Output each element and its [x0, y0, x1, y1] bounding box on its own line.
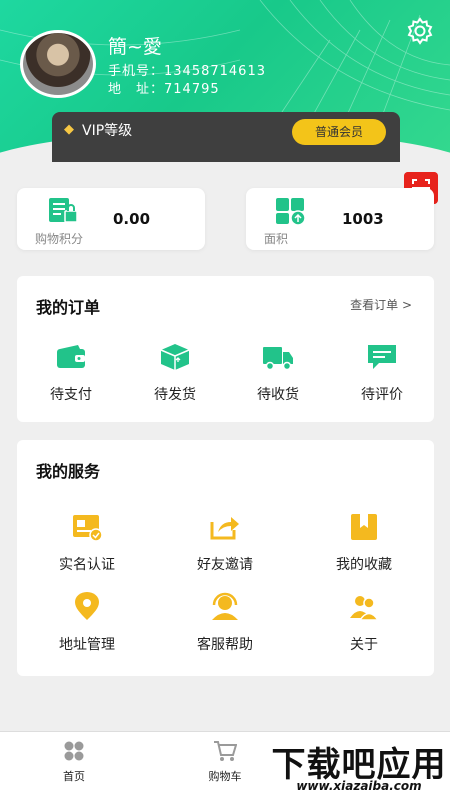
service-real-name-auth[interactable]: 实名认证 — [37, 512, 137, 574]
diamond-icon: ◆ — [64, 122, 74, 137]
orders-title: 我的订单 — [36, 298, 101, 317]
area-value: 1003 — [342, 210, 384, 228]
service-label: 我的收藏 — [336, 557, 392, 573]
bookmark-icon — [351, 514, 377, 540]
vip-bar: ◆ VIP等级 普通会员 — [52, 112, 400, 162]
order-pending-review[interactable]: 待评价 — [340, 342, 424, 404]
order-pending-payment[interactable]: 待支付 — [29, 342, 113, 404]
order-item-label: 待评价 — [361, 387, 403, 403]
vip-label: VIP等级 — [82, 123, 133, 139]
order-pending-shipment[interactable]: 待发货 — [133, 342, 217, 404]
service-label: 实名认证 — [59, 557, 115, 573]
id-card-icon — [73, 515, 103, 542]
wallet-icon — [57, 345, 85, 368]
service-label: 关于 — [350, 637, 378, 653]
service-favorites[interactable]: 我的收藏 — [314, 512, 414, 574]
points-value: 0.00 — [113, 210, 151, 228]
service-label: 好友邀请 — [197, 557, 253, 573]
points-label: 购物积分 — [35, 232, 84, 246]
home-icon — [64, 741, 84, 761]
tab-home[interactable]: 首页 — [34, 740, 114, 784]
user-name: 簡~愛 — [108, 36, 162, 58]
services-card: 我的服务 实名认证 好友邀请 我的收藏 地址管理 客服帮助 关于 — [17, 440, 434, 676]
watermark-main: 下载吧应用 — [271, 745, 447, 785]
points-card[interactable]: 购物积分 0.00 — [17, 188, 205, 250]
area-card[interactable]: 面积 1003 — [246, 188, 434, 250]
order-item-label: 待收货 — [257, 387, 299, 403]
cart-icon — [214, 741, 237, 761]
area-icon — [276, 198, 306, 226]
truck-icon — [263, 347, 293, 371]
gear-icon[interactable] — [405, 16, 435, 46]
service-address-management[interactable]: 地址管理 — [37, 592, 137, 654]
service-invite-friends[interactable]: 好友邀请 — [175, 512, 275, 574]
points-icon — [49, 198, 78, 223]
users-icon — [350, 596, 380, 621]
package-icon — [160, 344, 190, 370]
order-item-label: 待发货 — [154, 387, 196, 403]
order-pending-receipt[interactable]: 待收货 — [236, 342, 320, 404]
service-customer-help[interactable]: 客服帮助 — [175, 592, 275, 654]
location-pin-icon — [75, 592, 99, 620]
area-label: 面积 — [264, 232, 289, 246]
user-phone: 手机号：13458714613 — [108, 64, 266, 79]
user-address: 地 址：714795 — [108, 82, 220, 97]
tab-cart[interactable]: 购物车 — [185, 740, 265, 784]
headset-icon — [212, 592, 238, 620]
service-label: 地址管理 — [59, 637, 115, 653]
share-icon — [210, 517, 239, 540]
tab-cart-label: 购物车 — [208, 770, 242, 783]
watermark-url: www.xiazaiba.com — [296, 779, 422, 793]
watermark: 下载吧应用 www.xiazaiba.com — [270, 737, 448, 797]
order-item-label: 待支付 — [50, 387, 92, 403]
service-label: 客服帮助 — [197, 637, 253, 653]
tab-home-label: 首页 — [63, 770, 85, 783]
services-title: 我的服务 — [36, 462, 101, 481]
service-about[interactable]: 关于 — [314, 592, 414, 654]
view-orders-link[interactable]: 查看订单 > — [350, 296, 412, 313]
vip-level-button[interactable]: 普通会员 — [292, 119, 386, 145]
avatar[interactable] — [20, 30, 96, 98]
orders-card: 我的订单 查看订单 > 待支付 待发货 待收货 待评价 — [17, 276, 434, 422]
comment-icon — [368, 345, 396, 369]
